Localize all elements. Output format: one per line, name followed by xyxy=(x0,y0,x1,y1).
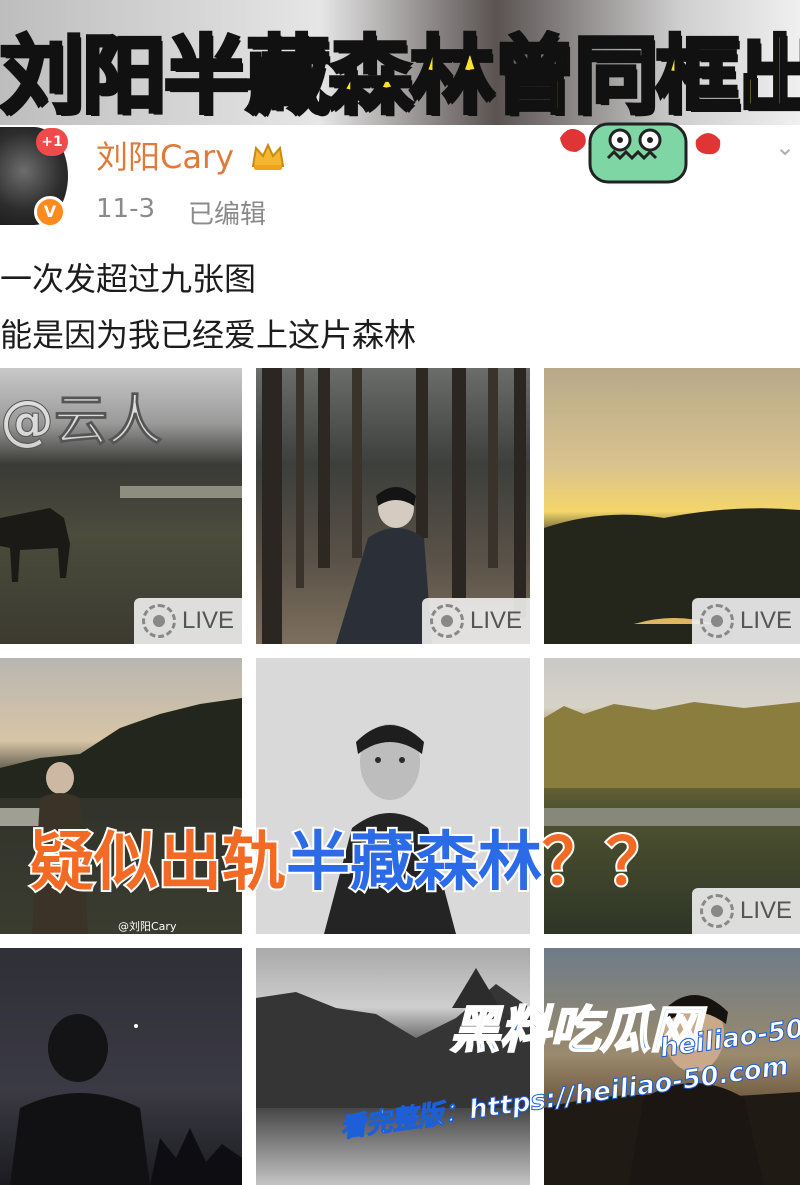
banner-title: 刘阳半藏森林曾同框出镜 xyxy=(0,30,800,122)
live-icon xyxy=(700,894,734,928)
live-icon xyxy=(700,604,734,638)
live-badge[interactable]: LIVE xyxy=(134,598,242,644)
more-icon[interactable]: ⌄ xyxy=(770,132,800,162)
photo-tile-2[interactable]: LIVE xyxy=(256,368,530,644)
watermark-handle: @云人 xyxy=(0,389,163,453)
post-text-line-2: 能是因为我已经爱上这片森林 xyxy=(0,316,417,354)
live-badge[interactable]: LIVE xyxy=(422,598,530,644)
caption-part-b: 半藏森林 xyxy=(284,824,544,902)
edited-label[interactable]: 已编辑 xyxy=(188,194,266,231)
post-date: 11-3 xyxy=(96,194,156,224)
crown-icon xyxy=(251,142,285,170)
overlay-caption: 疑似出轨半藏森林？？ xyxy=(28,818,672,908)
bw-field xyxy=(256,968,530,1108)
live-badge[interactable]: LIVE xyxy=(692,598,800,644)
cartoon-sticker xyxy=(560,122,721,184)
photo-tile-8[interactable] xyxy=(256,948,530,1185)
live-icon xyxy=(430,604,464,638)
verified-icon: V xyxy=(34,196,66,228)
photo-credit: @刘阳Cary xyxy=(118,920,177,933)
author-name[interactable]: 刘阳Cary xyxy=(96,132,234,178)
photo-tile-3[interactable]: LIVE xyxy=(544,368,800,644)
photo-tile-7[interactable] xyxy=(0,948,242,1185)
avatar-notification-badge: +1 xyxy=(36,128,68,156)
caption-part-a: 疑似出轨 xyxy=(28,824,288,902)
live-icon xyxy=(142,604,176,638)
post-text-line-1: 一次发超过九张图 xyxy=(0,260,257,298)
caption-part-c: ？？ xyxy=(540,824,672,902)
live-badge[interactable]: LIVE xyxy=(692,888,800,934)
night-silhouette xyxy=(10,1014,242,1185)
